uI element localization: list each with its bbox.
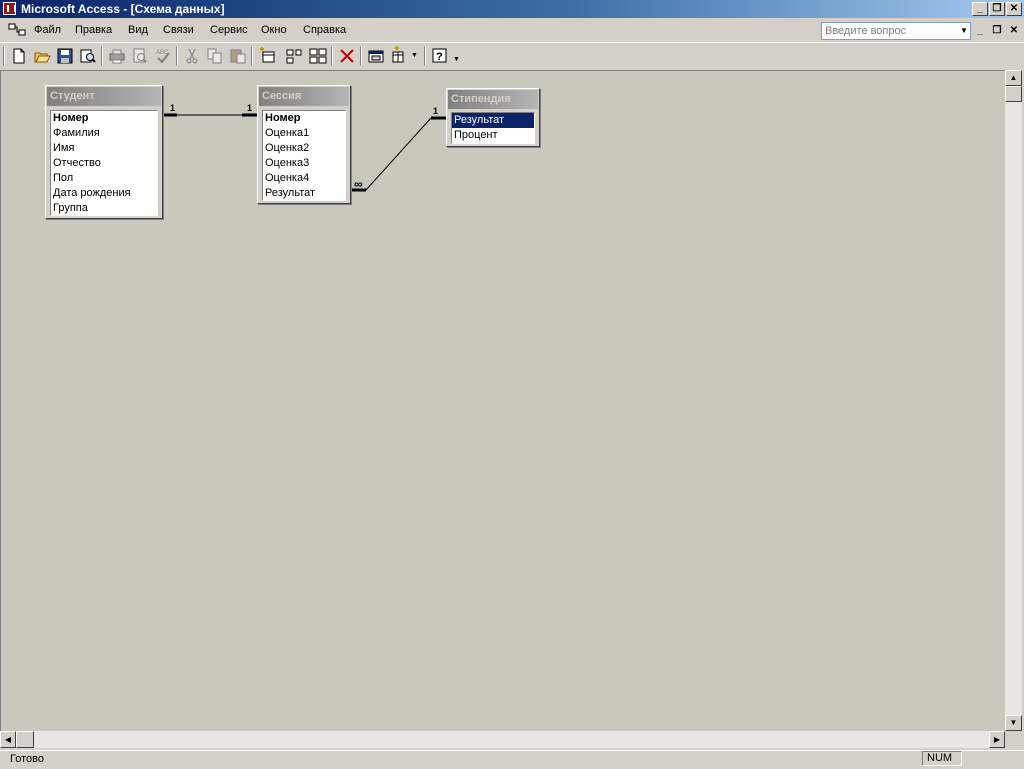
toolbar-separator [424, 46, 426, 66]
table-window-stipend[interactable]: Стипендия Результат Процент [446, 88, 540, 147]
relationships-window-icon[interactable] [8, 23, 26, 37]
doc-close-button[interactable]: ✕ [1007, 24, 1021, 38]
paste-icon[interactable] [228, 46, 248, 66]
new-object-icon[interactable] [390, 46, 410, 66]
relation-label-many: ∞ [354, 177, 363, 191]
table-title[interactable]: Сессия [259, 87, 349, 106]
field-item[interactable]: Фамилия [51, 126, 157, 141]
menu-help[interactable]: Справка [303, 24, 346, 36]
scroll-left-button[interactable]: ◀ [0, 731, 16, 748]
chevron-down-icon[interactable]: ▼ [411, 52, 418, 59]
cut-icon[interactable] [182, 46, 202, 66]
scroll-up-button[interactable]: ▲ [1005, 70, 1022, 86]
ask-question-box[interactable]: Введите вопрос [821, 22, 971, 40]
field-item[interactable]: Пол [51, 171, 157, 186]
vertical-scrollbar[interactable]: ▲ ▼ [1005, 70, 1022, 731]
toolbar-separator [176, 46, 178, 66]
field-item[interactable]: Группа [51, 201, 157, 216]
menu-tools[interactable]: Сервис [210, 24, 248, 36]
restore-button[interactable]: ❐ [989, 2, 1005, 16]
scroll-corner [1005, 731, 1022, 748]
print-preview-icon[interactable] [130, 46, 150, 66]
relation-label-one: 1 [247, 103, 253, 113]
field-list[interactable]: Номер Фамилия Имя Отчество Пол Дата рожд… [50, 110, 158, 216]
close-button[interactable]: ✕ [1006, 2, 1022, 16]
toolbar-grip[interactable] [3, 46, 5, 66]
doc-minimize-button[interactable]: _ [973, 24, 987, 38]
window-title: Microsoft Access - [Схема данных] [21, 2, 225, 16]
num-lock-indicator: NUM [922, 751, 962, 766]
table-window-student[interactable]: Студент Номер Фамилия Имя Отчество Пол Д… [45, 85, 163, 219]
spelling-icon[interactable]: ABC [153, 46, 173, 66]
chevron-down-icon[interactable]: ▼ [958, 23, 970, 39]
field-item[interactable]: Оценка3 [263, 156, 345, 171]
field-item[interactable]: Номер [263, 111, 345, 126]
scroll-thumb[interactable] [16, 731, 34, 748]
field-item[interactable]: Процент [452, 128, 534, 143]
relation-label-one: 1 [433, 106, 439, 116]
show-table-icon[interactable] [257, 46, 277, 66]
relation-label-one: 1 [170, 103, 176, 113]
access-app-icon[interactable] [3, 2, 16, 15]
search-file-icon[interactable] [78, 46, 98, 66]
svg-text:?: ? [436, 51, 443, 63]
field-item[interactable]: Имя [51, 141, 157, 156]
table-title[interactable]: Студент [47, 87, 161, 106]
scroll-right-button[interactable]: ▶ [989, 731, 1005, 748]
show-direct-icon[interactable] [284, 46, 304, 66]
copy-icon[interactable] [205, 46, 225, 66]
minimize-button[interactable]: _ [972, 2, 988, 16]
toolbar-separator [101, 46, 103, 66]
table-title[interactable]: Стипендия [448, 90, 538, 109]
show-all-icon[interactable] [308, 46, 328, 66]
print-icon[interactable] [107, 46, 127, 66]
menu-file[interactable]: Файл [34, 24, 61, 36]
delete-icon[interactable] [337, 46, 357, 66]
field-list[interactable]: Результат Процент [451, 112, 535, 144]
open-icon[interactable] [32, 46, 52, 66]
field-item[interactable]: Оценка2 [263, 141, 345, 156]
field-item[interactable]: Оценка4 [263, 171, 345, 186]
menu-view[interactable]: Вид [128, 24, 148, 36]
menu-edit[interactable]: Правка [75, 24, 112, 36]
toolbar-separator [251, 46, 253, 66]
doc-restore-button[interactable]: ❐ [990, 24, 1004, 38]
menu-window[interactable]: Окно [261, 24, 287, 36]
scroll-down-button[interactable]: ▼ [1005, 715, 1022, 731]
horizontal-scrollbar[interactable]: ◀ ▶ [0, 731, 1005, 748]
menu-relationships[interactable]: Связи [163, 24, 194, 36]
field-item[interactable]: Номер [51, 111, 157, 126]
scroll-thumb[interactable] [1005, 86, 1022, 102]
field-item[interactable]: Результат [263, 186, 345, 201]
new-icon[interactable] [9, 46, 29, 66]
toolbar-separator [360, 46, 362, 66]
field-item[interactable]: Отчество [51, 156, 157, 171]
relation-session-stipend[interactable] [351, 116, 446, 192]
field-item[interactable]: Дата рождения [51, 186, 157, 201]
toolbar-divider [0, 42, 1024, 43]
save-icon[interactable] [55, 46, 75, 66]
field-item[interactable]: Оценка1 [263, 126, 345, 141]
database-window-icon[interactable] [366, 46, 386, 66]
toolbar-separator [331, 46, 333, 66]
status-text: Готово [10, 753, 44, 765]
field-item-selected[interactable]: Результат [452, 113, 534, 128]
chevron-down-icon[interactable]: ▼ [453, 56, 460, 63]
help-icon[interactable]: ? [430, 46, 450, 66]
field-list[interactable]: Номер Оценка1 Оценка2 Оценка3 Оценка4 Ре… [262, 110, 346, 201]
status-bar [0, 750, 1024, 769]
table-window-session[interactable]: Сессия Номер Оценка1 Оценка2 Оценка3 Оце… [257, 85, 351, 204]
